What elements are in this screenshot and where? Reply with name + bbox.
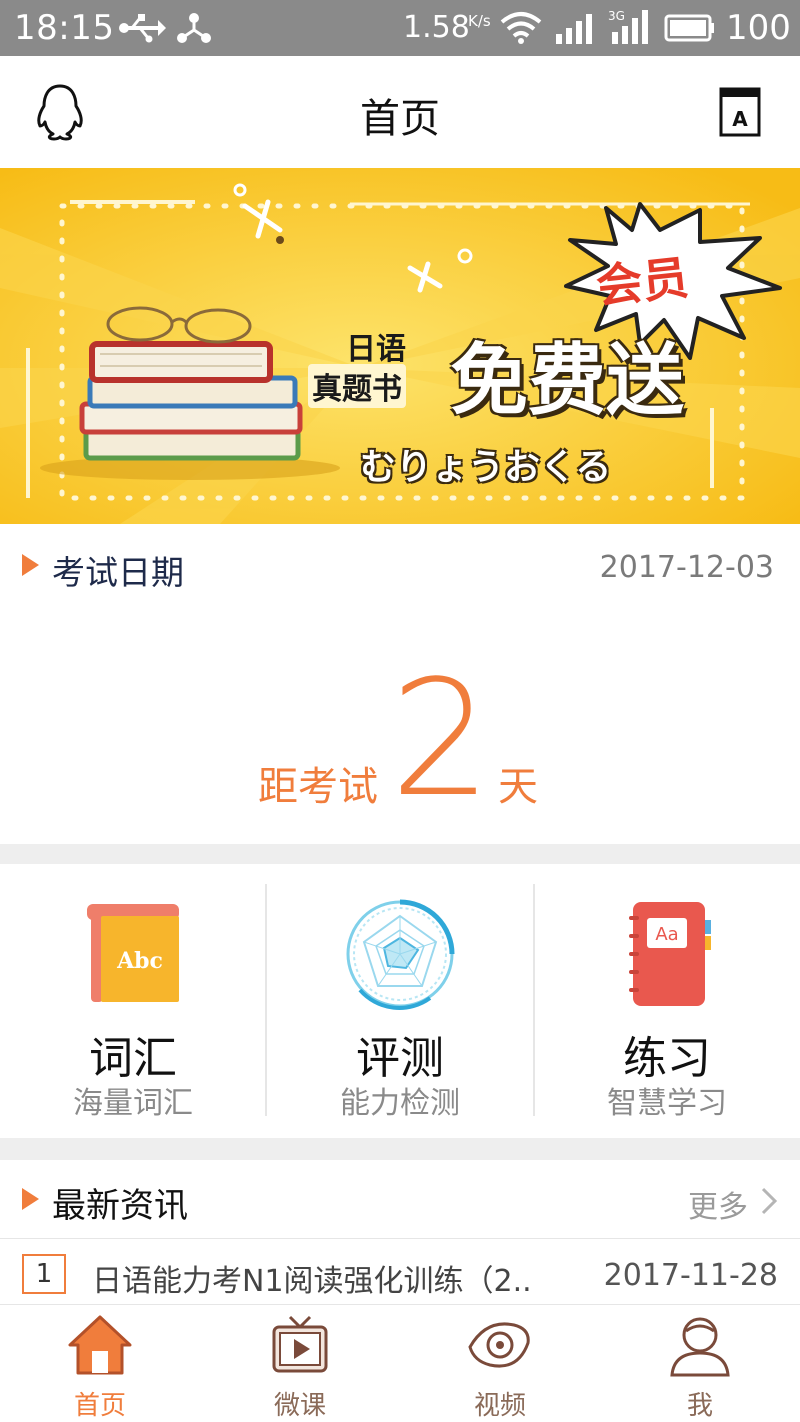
countdown-days: 2 [390, 645, 492, 832]
exam-countdown-section[interactable]: 考试日期 2017-12-03 距考试 2 天 [0, 524, 800, 844]
feature-vocabulary[interactable]: Abc 词汇 海量词汇 [0, 864, 266, 1138]
tab-me[interactable]: 我 [600, 1305, 800, 1422]
tab-micro-course[interactable]: 微课 [200, 1305, 400, 1422]
tv-play-icon [272, 1315, 328, 1373]
dictionary-icon[interactable]: A [716, 86, 764, 138]
battery-icon [664, 14, 714, 42]
news-date: 2017-11-28 [603, 1258, 778, 1293]
battery-level: 100 [726, 8, 791, 48]
status-time: 18:15 [14, 8, 115, 48]
vocabulary-book-icon: Abc [87, 904, 179, 1002]
feature-title: 词汇 [89, 1033, 177, 1084]
section-marker-icon [22, 1188, 39, 1210]
countdown-suffix: 天 [498, 764, 538, 810]
home-icon [68, 1315, 132, 1375]
section-marker-icon [22, 554, 39, 576]
notebook-icon: Aa [629, 902, 711, 1006]
feature-subtitle: 智慧学习 [607, 1086, 727, 1121]
tab-label: 首页 [73, 1391, 126, 1421]
news-section: 最新资讯 更多 1 日语能力考N1阅读强化训练（2.. 2017-11-28 [0, 1160, 800, 1304]
news-headline[interactable]: 日语能力考N1阅读强化训练（2.. [92, 1256, 532, 1300]
news-more-link[interactable]: 更多 [688, 1182, 748, 1226]
notebook-icon-text: Aa [655, 924, 678, 945]
banner-headline: 免费送 [450, 336, 685, 426]
radar-chart-icon [346, 899, 455, 1010]
network-speed: 1.58 [403, 10, 470, 45]
banner-line1a: 日语 [346, 332, 406, 367]
wifi-icon [500, 12, 542, 44]
signal-icon [556, 14, 592, 44]
svg-text:A: A [732, 107, 748, 131]
banner-line1b: 真题书 [308, 364, 406, 408]
countdown-prefix: 距考试 [258, 764, 378, 810]
feature-title: 练习 [623, 1033, 711, 1084]
feature-title: 评测 [356, 1033, 444, 1084]
promo-banner[interactable]: 会员 日语 真题书 免费送 むりょうおくる [0, 168, 800, 524]
tab-label: 视频 [473, 1391, 526, 1421]
3g-signal-icon: 3G [608, 9, 648, 44]
vocabulary-icon-text: Abc [116, 948, 163, 974]
tab-label: 微课 [273, 1391, 326, 1421]
feature-grid: Abc 词汇 海量词汇 评测 能力检测 Aa 练习 智慧学习 [0, 864, 800, 1138]
app-header: 首页 A [0, 56, 800, 168]
tab-home[interactable]: 首页 [0, 1305, 200, 1422]
feature-assessment[interactable]: 评测 能力检测 [267, 864, 533, 1138]
usb-icon [119, 14, 166, 43]
news-rank-badge: 1 [22, 1254, 66, 1294]
section-divider [0, 844, 800, 864]
page-title: 首页 [360, 96, 440, 142]
news-divider [0, 1238, 800, 1239]
banner-kana: むりょうおくる [360, 447, 612, 488]
exam-date-value: 2017-12-03 [599, 550, 774, 585]
chevron-right-icon[interactable] [760, 1186, 778, 1216]
eye-icon [468, 1322, 530, 1368]
svg-text:3G: 3G [608, 9, 625, 23]
section-divider [0, 1138, 800, 1160]
feature-practice[interactable]: Aa 练习 智慧学习 [534, 864, 800, 1138]
network-speed-unit: K/s [468, 12, 491, 30]
tab-video[interactable]: 视频 [400, 1305, 600, 1422]
status-bar: 18:15 1.58 K/s 3G 100 [0, 0, 800, 56]
news-title: 最新资讯 [52, 1186, 188, 1226]
bottom-tab-bar: 首页 微课 视频 我 [0, 1304, 800, 1422]
user-icon [670, 1317, 730, 1377]
tab-label: 我 [686, 1391, 713, 1421]
banner-badge: 会员 [593, 250, 691, 314]
exam-date-label: 考试日期 [52, 553, 184, 592]
feature-subtitle: 能力检测 [340, 1086, 460, 1121]
feature-subtitle: 海量词汇 [73, 1086, 193, 1121]
share-icon [177, 13, 211, 43]
